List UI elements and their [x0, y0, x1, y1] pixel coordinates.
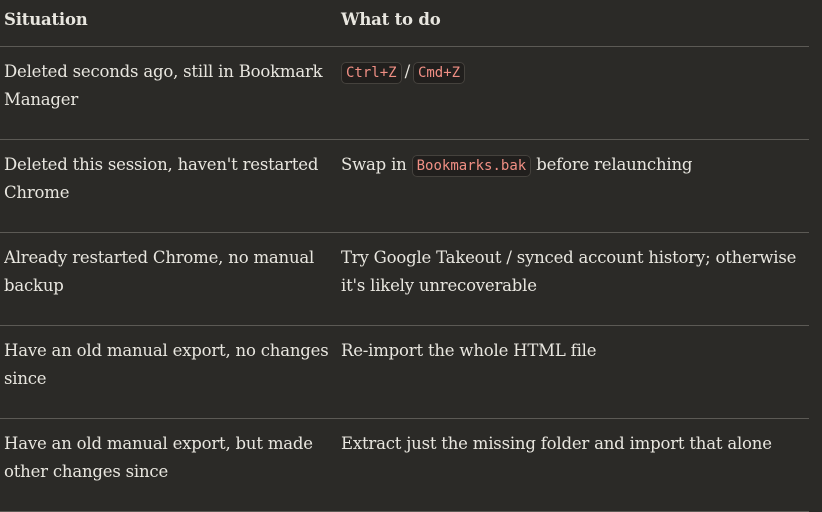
table-row: Deleted seconds ago, still in Bookmark M…	[0, 46, 809, 140]
situation-text: Have an old manual export, but made othe…	[4, 434, 313, 481]
situation-text: Have an old manual export, no changes si…	[4, 341, 329, 388]
action-text: Try Google Takeout / synced account hist…	[341, 248, 797, 295]
shortcut-code: Ctrl+Z	[341, 62, 402, 84]
action-cell: Swap in Bookmarks.bak before relaunching	[337, 139, 809, 233]
action-prefix: Swap in	[341, 155, 407, 174]
table-row: Deleted this session, haven't restarted …	[0, 139, 809, 233]
action-text: Swap in Bookmarks.bak before relaunching	[341, 151, 805, 209]
table-row: Already restarted Chrome, no manual back…	[0, 232, 809, 326]
header-what-to-do: What to do	[337, 0, 809, 47]
situation-cell: Deleted seconds ago, still in Bookmark M…	[0, 46, 337, 140]
recovery-table: Situation What to do Deleted seconds ago…	[0, 0, 809, 512]
situation-text: Deleted this session, haven't restarted …	[4, 155, 319, 202]
situation-text: Already restarted Chrome, no manual back…	[4, 248, 315, 295]
table-row: Have an old manual export, no changes si…	[0, 325, 809, 419]
situation-cell: Deleted this session, haven't restarted …	[0, 139, 337, 233]
table-header-row: Situation What to do	[0, 0, 809, 47]
action-text: Extract just the missing folder and impo…	[341, 434, 772, 453]
shortcut-code: Cmd+Z	[412, 62, 466, 84]
action-cell: Extract just the missing folder and impo…	[337, 418, 809, 512]
situation-cell: Have an old manual export, no changes si…	[0, 325, 337, 419]
action-text: Ctrl+Z / Cmd+Z	[341, 58, 805, 116]
situation-cell: Already restarted Chrome, no manual back…	[0, 232, 337, 326]
situation-cell: Have an old manual export, but made othe…	[0, 418, 337, 512]
table-row: Have an old manual export, but made othe…	[0, 418, 809, 512]
action-cell: Ctrl+Z / Cmd+Z	[337, 46, 809, 140]
filename-code: Bookmarks.bak	[411, 155, 532, 177]
action-cell: Try Google Takeout / synced account hist…	[337, 232, 809, 326]
header-situation: Situation	[0, 0, 337, 47]
action-cell: Re-import the whole HTML file	[337, 325, 809, 419]
situation-text: Deleted seconds ago, still in Bookmark M…	[4, 62, 323, 109]
action-suffix: before relaunching	[536, 155, 693, 174]
action-text: Re-import the whole HTML file	[341, 341, 597, 360]
separator: /	[404, 62, 411, 81]
